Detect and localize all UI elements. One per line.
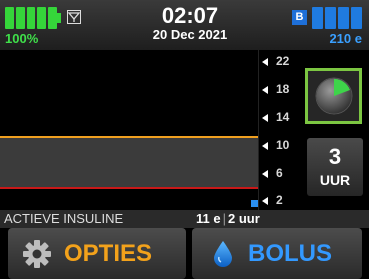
clock-time: 02:07 bbox=[161, 3, 219, 28]
options-button[interactable]: OPTIES bbox=[8, 228, 186, 279]
reservoir-indicator bbox=[312, 7, 362, 29]
graph-hours-unit: UUR bbox=[319, 172, 351, 188]
y-tick: 10 bbox=[262, 138, 289, 152]
y-tick: 22 bbox=[262, 54, 289, 68]
active-insulin-bar: ACTIEVE INSULINE 11 e | 2 uur bbox=[0, 210, 369, 228]
bolus-label: BOLUS bbox=[248, 240, 332, 267]
y-axis: 22 18 14 10 6 2 bbox=[258, 50, 300, 210]
cgm-button[interactable] bbox=[305, 68, 362, 124]
gear-icon bbox=[22, 239, 52, 269]
graph-controls: 3 UUR bbox=[300, 50, 369, 210]
reservoir-units: 210 e bbox=[329, 31, 362, 46]
y-tick: 6 bbox=[262, 166, 283, 180]
active-insulin-value: 11 e | 2 uur bbox=[196, 211, 260, 226]
cgm-dial-icon bbox=[315, 77, 352, 115]
target-range-band bbox=[0, 136, 258, 188]
bolus-button[interactable]: BOLUS bbox=[192, 228, 362, 279]
active-insulin-label: ACTIEVE INSULINE bbox=[4, 211, 124, 226]
graph-hours-value: 3 bbox=[328, 144, 342, 169]
low-threshold-line bbox=[0, 187, 258, 189]
active-insulin-duration: 2 uur bbox=[227, 211, 260, 226]
active-insulin-units: 11 e bbox=[196, 211, 221, 226]
status-bar: 100% 02:07 20 Dec 2021 B 210 e bbox=[0, 0, 369, 50]
drop-icon bbox=[208, 239, 238, 269]
antenna-icon bbox=[67, 10, 81, 24]
options-label: OPTIES bbox=[64, 240, 153, 267]
y-tick: 2 bbox=[262, 193, 283, 207]
graph-hours-button[interactable]: 3 UUR bbox=[307, 138, 363, 196]
current-time-marker bbox=[251, 200, 258, 207]
battery-cap bbox=[57, 13, 61, 23]
clock-date: 20 Dec 2021 bbox=[152, 27, 228, 42]
y-tick: 18 bbox=[262, 82, 289, 96]
y-tick: 14 bbox=[262, 110, 289, 124]
high-threshold-line bbox=[0, 136, 258, 138]
active-insulin-separator: | bbox=[222, 211, 226, 226]
reservoir-badge: B bbox=[292, 10, 307, 25]
cgm-graph bbox=[0, 50, 258, 210]
battery-percent: 100% bbox=[5, 31, 39, 46]
battery-indicator bbox=[5, 7, 57, 29]
